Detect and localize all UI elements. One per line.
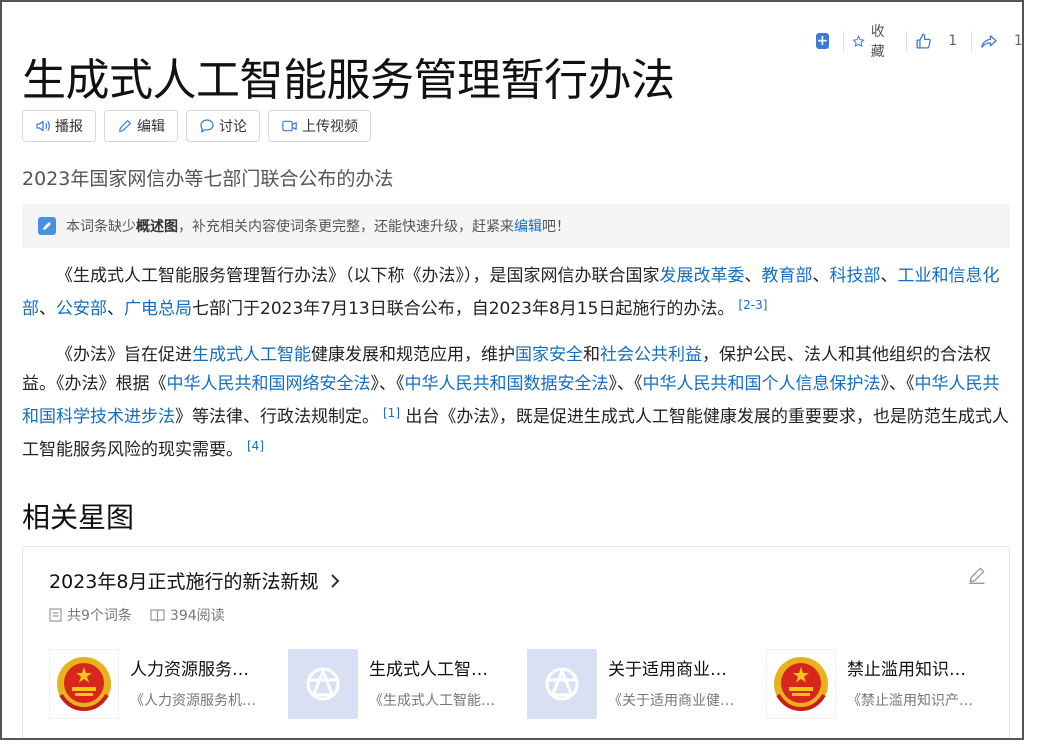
- divider: [971, 31, 972, 51]
- item-name: 生成式人工智能服务管理暂行办法: [369, 660, 499, 680]
- link-national-security[interactable]: 国家安全: [515, 345, 583, 365]
- notice-edit-link[interactable]: 编辑: [514, 216, 542, 236]
- text: 、: [744, 266, 762, 286]
- thumbs-up-icon: [916, 33, 931, 49]
- entries-label: 共9个词条: [67, 608, 132, 624]
- page-title: 生成式人工智能服务管理暂行办法: [22, 55, 675, 106]
- add-icon[interactable]: +: [816, 33, 829, 49]
- pencil-icon: [969, 567, 985, 584]
- link-mps[interactable]: 公安部: [56, 299, 107, 319]
- page-subtitle: 2023年国家网信办等七部门联合公布的办法: [22, 168, 394, 190]
- text: 》等法律、行政法规制定。: [175, 407, 379, 427]
- edit-notice-icon: [38, 217, 56, 235]
- link-pipl[interactable]: 中华人民共和国个人信息保护法: [643, 374, 881, 394]
- body-paragraph: 《办法》旨在促进生成式人工智能健康发展和规范应用，维护国家安全和社会公共利益，保…: [22, 341, 1010, 465]
- chat-bubble-icon: [200, 119, 214, 133]
- page-frame: + 收藏 1 18 生成式人工智能服务管理暂行办法 播报 编辑: [0, 0, 1024, 740]
- play-label: 播报: [55, 119, 83, 135]
- reference-link[interactable]: [1]: [383, 406, 400, 420]
- notice-bar: 本词条缺少 概述图 ，补充相关内容使词条更完整，还能快速升级，赶紧来 编辑 吧！: [22, 204, 1010, 248]
- item-desc: 《关于适用商业健康保险》: [608, 693, 743, 709]
- card-meta: 共9个词条 394阅读: [49, 605, 225, 625]
- discuss-label: 讨论: [219, 119, 247, 135]
- link-genai[interactable]: 生成式人工智能: [192, 345, 311, 365]
- intro-paragraph: 《生成式人工智能服务管理暂行办法》（以下称《办法》），是国家网信办联合国家发展改…: [22, 262, 1010, 324]
- entries-count: 共9个词条: [49, 605, 132, 625]
- notice-bold: 概述图: [136, 219, 178, 235]
- item-desc: 《生成式人工智能服务管理暂行办法》: [369, 693, 504, 709]
- star-map-card: 2023年8月正式施行的新法新规 共9个词条 394阅读 人力资源服务机 《人力…: [22, 546, 1010, 738]
- item-desc: 《人力资源服务机构管理规定》: [130, 693, 265, 709]
- star-map-item[interactable]: 生成式人工智能服务管理暂行办法 《生成式人工智能服务管理暂行办法》: [288, 649, 527, 719]
- edit-button[interactable]: 编辑: [104, 110, 178, 142]
- text: 七部门于2023年7月13日联合公布，自2023年8月15日起施行的办法。: [192, 299, 735, 319]
- national-emblem-thumbnail: [766, 649, 836, 719]
- video-camera-icon: [282, 120, 297, 132]
- play-button[interactable]: 播报: [22, 110, 96, 142]
- favorite-button[interactable]: 收藏: [852, 21, 893, 61]
- placeholder-star-thumbnail: [527, 649, 597, 719]
- reads-count: 394阅读: [150, 605, 225, 625]
- top-actions: + 收藏 1 18: [816, 24, 1023, 60]
- notice-prefix: 本词条缺少: [66, 219, 136, 235]
- upload-video-label: 上传视频: [302, 119, 358, 135]
- link-most[interactable]: 科技部: [830, 266, 881, 286]
- link-ndrc[interactable]: 发展改革委: [660, 266, 745, 286]
- text: 和: [583, 345, 600, 365]
- text: 健康发展和规范应用，维护: [311, 345, 515, 365]
- edit-label: 编辑: [137, 119, 165, 135]
- reference-link[interactable]: [4]: [247, 439, 264, 453]
- star-map-items: 人力资源服务机构管理规定 《人力资源服务机构管理规定》 生成式人工智能服务管理暂…: [49, 649, 1005, 719]
- speaker-icon: [36, 120, 50, 132]
- chevron-right-icon: [331, 573, 340, 588]
- star-map-item[interactable]: 禁止滥用知识产权排除 《禁止滥用知识产权排除、限制竞争行为规定》: [766, 649, 1005, 719]
- card-edit-button[interactable]: [967, 565, 987, 589]
- text: 、: [880, 266, 898, 286]
- text: 《生成式人工智能服务管理暂行办法》（以下称《办法》），是国家网信办联合国家: [56, 266, 660, 286]
- reads-label: 394阅读: [169, 608, 225, 624]
- book-icon: [150, 609, 165, 622]
- item-name: 禁止滥用知识产权排除: [847, 660, 977, 680]
- star-map-item[interactable]: 关于适用商业健康保险 《关于适用商业健康保险》: [527, 649, 766, 719]
- pencil-icon: [119, 120, 131, 132]
- card-title-link[interactable]: 2023年8月正式施行的新法新规: [49, 567, 340, 594]
- national-emblem-thumbnail: [49, 649, 119, 719]
- text: 、: [107, 299, 124, 319]
- link-data-security-law[interactable]: 中华人民共和国数据安全法: [405, 374, 609, 394]
- link-nrta[interactable]: 广电总局: [124, 299, 192, 319]
- notice-middle: ，补充相关内容使词条更完整，还能快速升级，赶紧来: [178, 219, 514, 235]
- star-map-item[interactable]: 人力资源服务机构管理规定 《人力资源服务机构管理规定》: [49, 649, 288, 719]
- toolbar: 播报 编辑 讨论 上传视频: [22, 110, 371, 142]
- text: 、: [812, 266, 830, 286]
- item-name: 关于适用商业健康保险: [608, 660, 738, 680]
- card-title: 2023年8月正式施行的新法新规: [49, 571, 319, 593]
- like-count: 1: [948, 33, 958, 49]
- link-moe[interactable]: 教育部: [762, 266, 813, 286]
- text: 《办法》旨在促进: [56, 345, 192, 365]
- text: 》、《: [370, 374, 405, 394]
- share-icon: [981, 34, 997, 48]
- section-title: 相关星图: [22, 501, 135, 534]
- divider: [906, 31, 908, 51]
- divider: [842, 31, 844, 51]
- share-count: 18: [1013, 33, 1023, 49]
- notice-suffix: 吧！: [542, 219, 570, 235]
- reference-link[interactable]: [2-3]: [738, 298, 767, 312]
- document-icon: [49, 608, 62, 622]
- like-button[interactable]: 1: [915, 33, 957, 50]
- star-icon: [852, 35, 864, 47]
- favorite-label: 收藏: [870, 24, 885, 60]
- link-cybersecurity-law[interactable]: 中华人民共和国网络安全法: [167, 374, 371, 394]
- item-name: 人力资源服务机构管理规定: [130, 660, 260, 680]
- item-desc: 《禁止滥用知识产权排除、限制竞争行为规定》: [847, 693, 982, 709]
- placeholder-star-thumbnail: [288, 649, 358, 719]
- share-button[interactable]: 18: [980, 33, 1023, 50]
- text: 》、《: [880, 374, 915, 394]
- upload-video-button[interactable]: 上传视频: [268, 110, 371, 142]
- text: 》、《: [608, 374, 643, 394]
- text: 、: [39, 299, 56, 319]
- discuss-button[interactable]: 讨论: [186, 110, 260, 142]
- link-public-interest[interactable]: 社会公共利益: [600, 345, 702, 365]
